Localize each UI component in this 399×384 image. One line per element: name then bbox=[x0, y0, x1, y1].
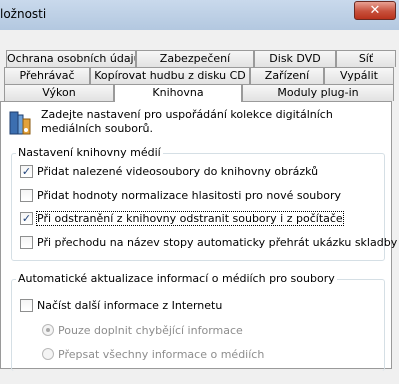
checkbox-retrieve-info[interactable] bbox=[20, 298, 33, 312]
tab-dvd[interactable]: Disk DVD bbox=[254, 50, 336, 67]
tab-burn[interactable]: Vypálit bbox=[324, 67, 394, 84]
tab-privacy[interactable]: Ochrana osobních údajů bbox=[6, 50, 136, 67]
auto-update-group: Automatické aktualizace informací o médi… bbox=[11, 272, 385, 371]
radio-fill-missing[interactable] bbox=[42, 324, 54, 336]
library-settings-title: Nastavení knihovny médií bbox=[16, 146, 163, 159]
checkbox-volume-leveling[interactable] bbox=[20, 188, 33, 202]
close-button[interactable]: ✕ bbox=[354, 1, 396, 20]
option-delete-files[interactable]: ✓ Při odstranění z knihovny odstranit sou… bbox=[20, 211, 344, 226]
option-autopreview[interactable]: Při přechodu na název stopy automaticky … bbox=[20, 235, 397, 250]
checkbox-add-videos[interactable]: ✓ bbox=[20, 164, 33, 178]
option-retrieve-info[interactable]: Načíst další informace z Internetu bbox=[20, 298, 222, 313]
tab-player[interactable]: Přehrávač bbox=[4, 67, 90, 84]
option-add-videos[interactable]: ✓ Přidat nalezené videosoubory do knihovn… bbox=[20, 164, 318, 179]
tab-performance[interactable]: Výkon bbox=[4, 84, 114, 101]
tab-network[interactable]: Síť bbox=[336, 50, 396, 67]
auto-update-title: Automatické aktualizace informací o médi… bbox=[16, 272, 337, 285]
close-icon: ✕ bbox=[369, 3, 381, 18]
library-settings-group: Nastavení knihovny médií ✓ Přidat nalezen… bbox=[11, 146, 397, 261]
radio-fill-missing-row[interactable]: Pouze doplnit chybějící informace bbox=[42, 323, 243, 338]
options-panel: Ochrana osobních údajů Zabezpečení Disk … bbox=[0, 30, 399, 384]
title-bar[interactable]: ložnosti ✕ bbox=[0, 0, 399, 30]
tab-library[interactable]: Knihovna bbox=[114, 84, 242, 102]
media-library-icon bbox=[9, 111, 31, 135]
window-title: ložnosti bbox=[0, 7, 47, 21]
tab-rip-music[interactable]: Kopírovat hudbu z disku CD bbox=[90, 67, 250, 84]
checkbox-delete-files[interactable]: ✓ bbox=[20, 211, 33, 225]
radio-overwrite-row[interactable]: Přepsat všechny informace o médiích bbox=[42, 347, 264, 362]
tab-security[interactable]: Zabezpečení bbox=[136, 50, 254, 67]
library-tab-content: Zadejte nastavení pro uspořádání kolekce… bbox=[0, 101, 397, 371]
intro-text: Zadejte nastavení pro uspořádání kolekce… bbox=[41, 108, 333, 135]
tab-plugins[interactable]: Moduly plug-in bbox=[242, 84, 394, 101]
option-volume-leveling[interactable]: Přidat hodnoty normalizace hlasitosti pr… bbox=[20, 188, 341, 203]
checkbox-autopreview[interactable] bbox=[20, 235, 33, 249]
radio-overwrite[interactable] bbox=[42, 348, 54, 360]
tab-devices[interactable]: Zařízení bbox=[250, 67, 324, 84]
